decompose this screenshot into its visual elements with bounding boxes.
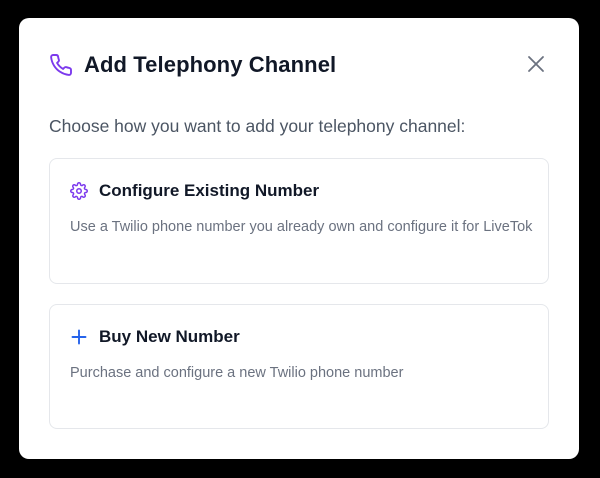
option-header: Buy New Number (70, 327, 240, 347)
dialog-header: Add Telephony Channel (49, 52, 336, 78)
gear-icon (70, 182, 88, 200)
buy-new-number-option[interactable]: Buy New Number Purchase and configure a … (49, 304, 549, 429)
option-header: Configure Existing Number (70, 181, 319, 201)
dialog-title: Add Telephony Channel (84, 52, 337, 77)
add-telephony-channel-dialog: Add Telephony Channel Choose how you wan… (19, 18, 579, 459)
close-icon (527, 55, 545, 78)
option-title: Buy New Number (99, 327, 240, 346)
phone-icon (49, 53, 73, 77)
option-title: Configure Existing Number (99, 181, 320, 200)
close-button[interactable] (525, 55, 547, 77)
option-description: Use a Twilio phone number you already ow… (70, 219, 533, 235)
configure-existing-number-option[interactable]: Configure Existing Number Use a Twilio p… (49, 158, 549, 284)
plus-icon (70, 328, 88, 346)
option-description: Purchase and configure a new Twilio phon… (70, 365, 404, 381)
dialog-subtitle: Choose how you want to add your telephon… (49, 116, 466, 136)
